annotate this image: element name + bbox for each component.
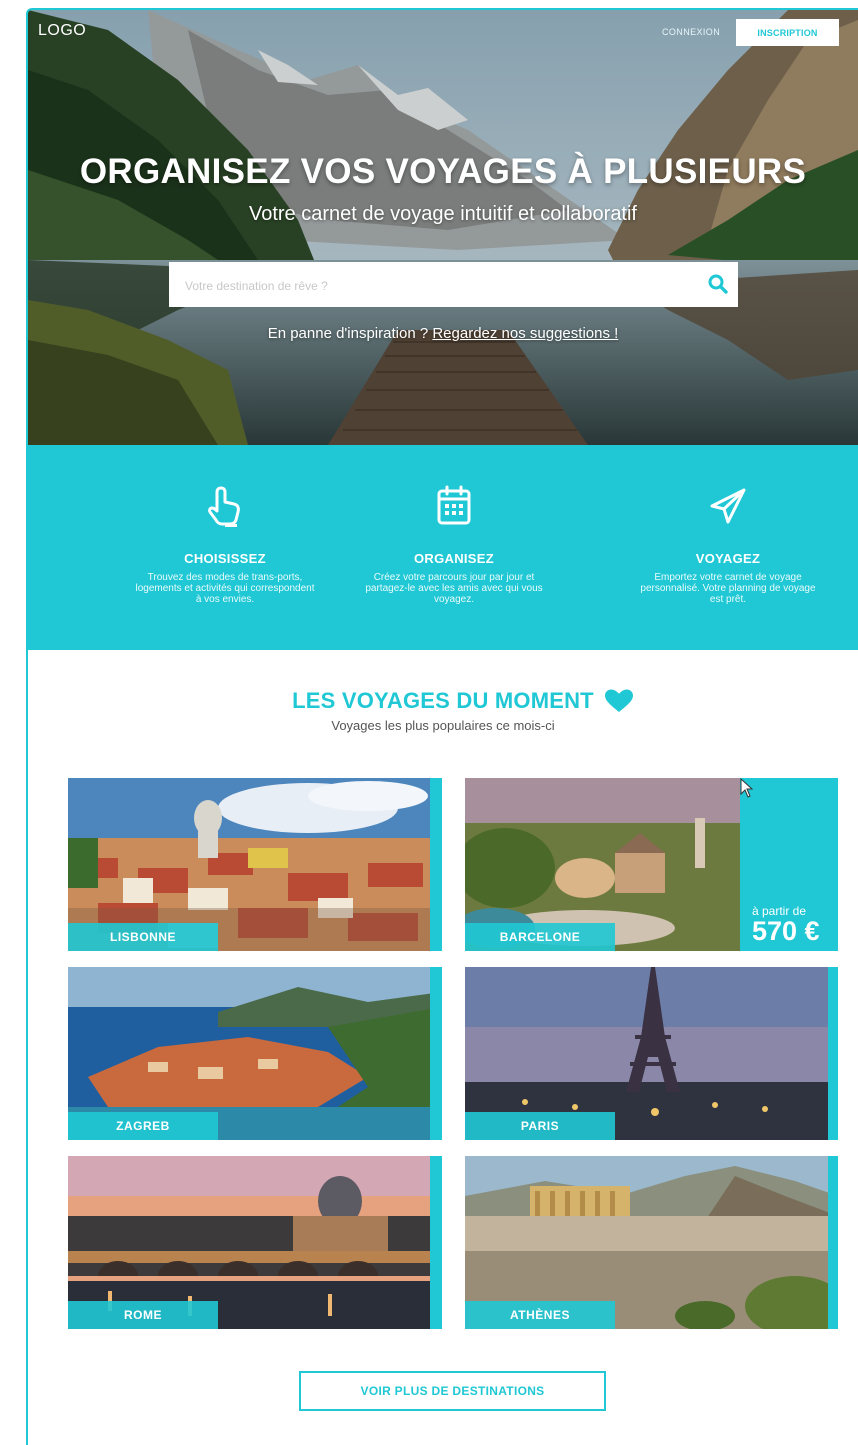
section-title: LES VOYAGES DU MOMENT (292, 688, 594, 713)
calendar-icon (437, 485, 471, 525)
destination-search-input[interactable] (183, 262, 687, 309)
inspiration-text: En panne d'inspiration ? (267, 325, 433, 342)
hero-banner: LOGO CONNEXION INSCRIPTION ORGANISEZ VOS… (28, 10, 858, 445)
price-value: 570 € (752, 916, 820, 946)
destination-card-lisbonne[interactable]: LISBONNE (68, 778, 442, 951)
search-bar (169, 262, 738, 309)
destination-card-paris[interactable]: PARIS (465, 967, 838, 1140)
destination-card-barcelone[interactable]: à partir de 570 € BARCELONE (465, 778, 838, 951)
destination-label: LISBONNE (68, 923, 218, 951)
heart-icon (605, 689, 633, 712)
more-destinations-button[interactable]: VOIR PLUS DE DESTINATIONS (299, 1371, 606, 1411)
suggestions-link[interactable]: Regardez nos suggestions ! (432, 325, 618, 342)
pointing-hand-icon (208, 486, 240, 527)
destination-label: BARCELONE (465, 923, 615, 951)
destination-label: ZAGREB (68, 1112, 218, 1140)
section-subtitle: Voyages les plus populaires ce mois-ci (331, 718, 555, 733)
feature-description: Créez votre parcours jour par jour et pa… (365, 572, 543, 605)
logo[interactable]: LOGO (38, 22, 86, 40)
destination-label: ROME (68, 1301, 218, 1329)
signup-button[interactable]: INSCRIPTION (736, 19, 839, 46)
feature-description: Trouvez des modes de trans-ports, logeme… (135, 572, 315, 605)
card-accent-strip (430, 778, 442, 951)
card-accent-strip (828, 967, 838, 1140)
destination-card-athenes[interactable]: ATHÈNES (465, 1156, 838, 1329)
hero-landscape-image (28, 10, 858, 445)
feature-title: CHOISISSEZ (184, 551, 266, 566)
card-accent-strip (828, 1156, 838, 1329)
features-band: CHOISISSEZ Trouvez des modes de trans-po… (28, 445, 858, 650)
feature-title: VOYAGEZ (695, 551, 761, 566)
hero-subtitle: Votre carnet de voyage intuitif et colla… (248, 203, 637, 225)
feature-title: ORGANISEZ (414, 551, 494, 566)
feature-description: Emportez votre carnet de voyage personna… (640, 572, 816, 605)
paper-plane-icon (710, 488, 746, 524)
mouse-cursor-icon (740, 778, 754, 798)
card-accent-strip (430, 967, 442, 1140)
login-link[interactable]: CONNEXION (662, 27, 720, 37)
destination-card-rome[interactable]: ROME (68, 1156, 442, 1329)
price-panel: à partir de 570 € (740, 778, 838, 951)
page: LOGO CONNEXION INSCRIPTION ORGANISEZ VOS… (0, 0, 858, 1445)
hero-title: ORGANISEZ VOS VOYAGES À PLUSIEURS (79, 152, 807, 191)
destination-label: PARIS (465, 1112, 615, 1140)
destination-card-zagreb[interactable]: ZAGREB (68, 967, 442, 1140)
inspiration-line: En panne d'inspiration ? Regardez nos su… (28, 325, 858, 342)
search-icon[interactable] (706, 272, 730, 296)
card-accent-strip (430, 1156, 442, 1329)
destination-label: ATHÈNES (465, 1301, 615, 1329)
